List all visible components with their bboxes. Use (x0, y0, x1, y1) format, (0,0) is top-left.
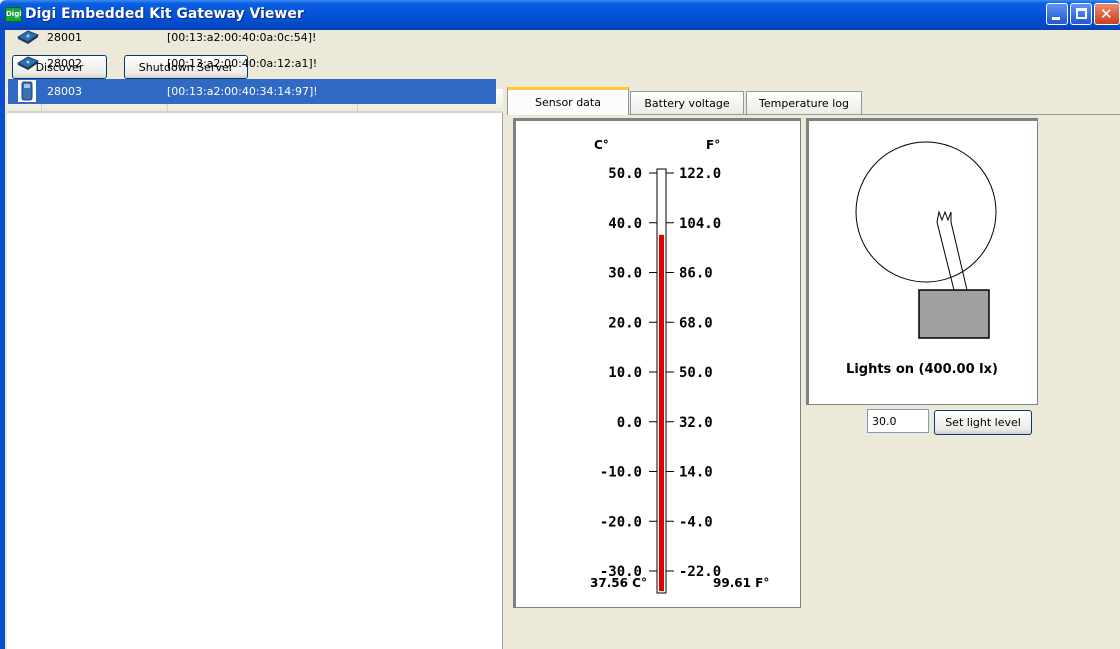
bulb-base (918, 289, 990, 339)
app-icon: Digi (5, 7, 22, 22)
fahrenheit-tick-label: 68.0 (679, 315, 713, 331)
fahrenheit-readout: 99.61 F° (713, 576, 770, 590)
fahrenheit-tick-label: 86.0 (679, 266, 713, 282)
thermometer-mercury (659, 234, 664, 591)
close-icon: ✕ (1100, 5, 1113, 23)
maximize-icon (1076, 8, 1087, 19)
title-bar: Digi Digi Embedded Kit Gateway Viewer ✕ (0, 0, 1120, 30)
celsius-tick-label: -20.0 (600, 514, 642, 530)
celsius-tick-label: 30.0 (608, 266, 642, 282)
tab-temperature-log[interactable]: Temperature log (746, 91, 862, 114)
fahrenheit-tick-label: 14.0 (679, 465, 713, 481)
row-tcp-port: 28002 (47, 57, 82, 70)
celsius-tick-label: -10.0 (600, 465, 642, 481)
celsius-scale: 50.040.030.020.010.00.0-10.0-20.0-30.0 (600, 166, 657, 580)
fahrenheit-scale: 122.0104.086.068.050.032.014.0-4.0-22.0 (666, 166, 721, 580)
maximize-button[interactable] (1070, 3, 1092, 25)
fahrenheit-tick-label: 104.0 (679, 216, 721, 232)
window-frame-left (0, 30, 5, 649)
thermometer-gauge: C° F° 50.0 40.0 30.0 20.0 10.0 0.0 -10.0 -20.0 -… (594, 138, 721, 594)
celsius-tick-label: 10.0 (608, 365, 642, 381)
tab-sensor-data[interactable]: Sensor data (507, 87, 629, 115)
set-light-level-button[interactable]: Set light level (934, 410, 1032, 435)
node-row[interactable]: 28002 [00:13:a2:00:40:0a:12:a1]! (8, 53, 496, 74)
row-tcp-port: 28003 (47, 85, 82, 98)
close-button[interactable]: ✕ (1094, 3, 1120, 25)
thermometer-panel: C° F° 50.0 40.0 30.0 20.0 10.0 0.0 -10.0 -20.0 -… (513, 118, 801, 608)
node-row[interactable]: 28001 [00:13:a2:00:40:0a:0c:54]! (8, 27, 496, 48)
celsius-tick-label: 0.0 (617, 415, 642, 431)
fahrenheit-tick-label: -4.0 (679, 514, 713, 530)
minimize-button[interactable] (1046, 3, 1068, 25)
fahrenheit-unit-label: F° (706, 138, 720, 152)
celsius-readout: 37.56 C° (590, 576, 647, 590)
row-address: [00:13:a2:00:40:34:14:97]! (167, 85, 318, 98)
celsius-tick-label: 40.0 (608, 216, 642, 232)
celsius-unit-label: C° (594, 138, 609, 152)
window-title: Digi Embedded Kit Gateway Viewer (25, 6, 304, 22)
fahrenheit-tick-label: 32.0 (679, 415, 713, 431)
celsius-tick-label: 20.0 (608, 315, 642, 331)
row-tcp-port: 28001 (47, 31, 82, 44)
light-level-input[interactable] (867, 409, 929, 433)
minimize-icon (1052, 17, 1060, 20)
light-status-label: Lights on (400.00 lx) (846, 362, 998, 377)
router-device-icon (16, 56, 40, 70)
row-address: [00:13:a2:00:40:0a:12:a1]! (167, 57, 318, 70)
node-row-selected[interactable]: 28003 [00:13:a2:00:40:34:14:97]! (8, 79, 496, 104)
celsius-tick-label: 50.0 (608, 166, 642, 182)
node-list[interactable]: TCP Port Address Node ID (7, 89, 503, 649)
fahrenheit-tick-label: 50.0 (679, 365, 713, 381)
fahrenheit-tick-label: 122.0 (679, 166, 721, 182)
tab-battery-voltage[interactable]: Battery voltage (630, 91, 744, 114)
router-device-icon (16, 30, 40, 44)
row-address: [00:13:a2:00:40:0a:0c:54]! (167, 31, 317, 44)
sensor-device-icon (18, 80, 36, 102)
